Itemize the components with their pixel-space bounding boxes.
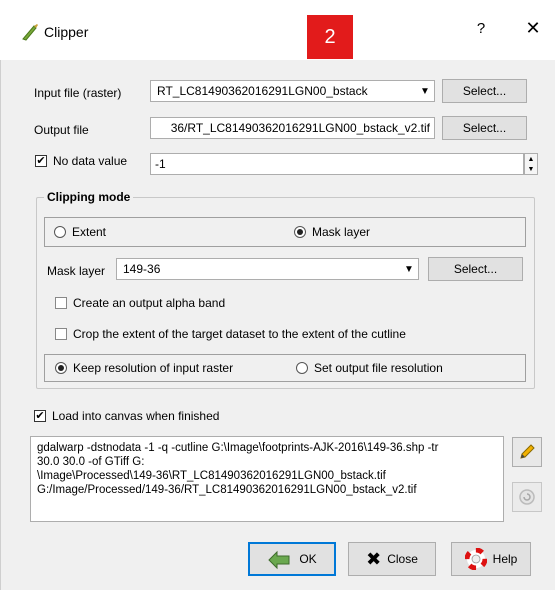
clipping-mode-title: Clipping mode [44, 190, 134, 204]
x-icon: ✖ [366, 548, 382, 569]
radio-on-icon [55, 362, 67, 374]
mask-layer-value: 149-36 [123, 262, 161, 276]
radio-on-icon [294, 226, 306, 238]
close-window-button[interactable]: ✕ [522, 18, 544, 39]
crop-extent-checkbox[interactable]: Crop the extent of the target dataset to… [55, 327, 406, 341]
output-file-field[interactable]: 36/RT_LC81490362016291LGN00_bstack_v2.ti… [150, 117, 435, 139]
mask-layer-label: Mask layer [47, 264, 106, 278]
output-file-value: 36/RT_LC81490362016291LGN00_bstack_v2.ti… [170, 121, 430, 135]
reset-icon [519, 489, 535, 505]
chevron-down-icon: ▼ [420, 85, 430, 97]
chevron-down-icon: ▼ [404, 263, 414, 275]
keep-resolution-radio[interactable]: Keep resolution of input raster [55, 361, 233, 375]
spin-up-icon: ▲ [527, 155, 535, 163]
reset-command-button[interactable] [512, 482, 542, 512]
command-line: gdalwarp -dstnodata -1 -q -cutline G:\Im… [37, 442, 439, 454]
close-button[interactable]: ✖ Close [348, 542, 436, 576]
lifebuoy-icon [464, 548, 487, 570]
spin-down-icon: ▼ [527, 165, 535, 173]
mask-layer-radio-label: Mask layer [312, 225, 371, 239]
command-line: G:/Image/Processed/149-36/RT_LC814903620… [37, 484, 417, 496]
no-data-value: -1 [155, 157, 166, 171]
no-data-label: No data value [53, 154, 128, 168]
extent-label: Extent [72, 225, 107, 239]
clipper-app-icon [20, 22, 40, 42]
input-file-value: RT_LC81490362016291LGN00_bstack [157, 84, 368, 98]
checkbox-checked-icon: ✔ [34, 409, 46, 422]
window-title: Clipper [44, 24, 89, 40]
mask-layer-combo[interactable]: 149-36 ▼ [116, 258, 419, 280]
output-file-label: Output file [34, 123, 89, 137]
checkbox-unchecked-icon [55, 297, 67, 309]
load-canvas-checkbox[interactable]: ✔ Load into canvas when finished [34, 409, 219, 423]
command-line: 30.0 30.0 -of GTiff G: [37, 456, 145, 468]
edit-command-button[interactable] [512, 437, 542, 467]
extent-radio[interactable]: Extent [54, 225, 106, 239]
radio-off-icon [296, 362, 308, 374]
no-data-value-field[interactable]: -1 [150, 153, 524, 175]
ok-button[interactable]: OK [248, 542, 336, 576]
input-file-label: Input file (raster) [34, 86, 122, 100]
set-resolution-label: Set output file resolution [314, 361, 443, 375]
radio-off-icon [54, 226, 66, 238]
keep-resolution-label: Keep resolution of input raster [73, 361, 234, 375]
input-file-select-button[interactable]: Select... [442, 79, 527, 103]
no-data-spinner[interactable]: ▲ ▼ [524, 153, 538, 175]
output-file-select-button[interactable]: Select... [442, 116, 527, 140]
load-canvas-label: Load into canvas when finished [52, 409, 220, 423]
mask-layer-select-button[interactable]: Select... [428, 257, 523, 281]
close-label: Close [387, 552, 418, 566]
checkbox-checked-icon: ✔ [35, 154, 47, 167]
input-file-combo[interactable]: RT_LC81490362016291LGN00_bstack ▼ [150, 80, 435, 102]
ok-arrow-icon [268, 550, 290, 570]
mask-layer-radio[interactable]: Mask layer [294, 225, 370, 239]
set-resolution-radio[interactable]: Set output file resolution [296, 361, 443, 375]
annotation-badge: 2 [307, 15, 353, 59]
create-alpha-checkbox[interactable]: Create an output alpha band [55, 296, 225, 310]
ok-label: OK [299, 552, 317, 566]
command-line: \Image\Processed\149-36\RT_LC81490362016… [37, 470, 386, 482]
gdal-command-text[interactable]: gdalwarp -dstnodata -1 -q -cutline G:\Im… [30, 436, 504, 522]
pencil-icon [520, 444, 535, 459]
clip-type-box [44, 217, 526, 247]
create-alpha-label: Create an output alpha band [73, 296, 226, 310]
help-label: Help [492, 552, 518, 566]
checkbox-unchecked-icon [55, 328, 67, 340]
help-button[interactable]: Help [451, 542, 531, 576]
help-title-button[interactable]: ? [470, 20, 492, 37]
no-data-checkbox[interactable]: ✔ No data value [35, 154, 127, 168]
crop-extent-label: Crop the extent of the target dataset to… [73, 327, 406, 341]
